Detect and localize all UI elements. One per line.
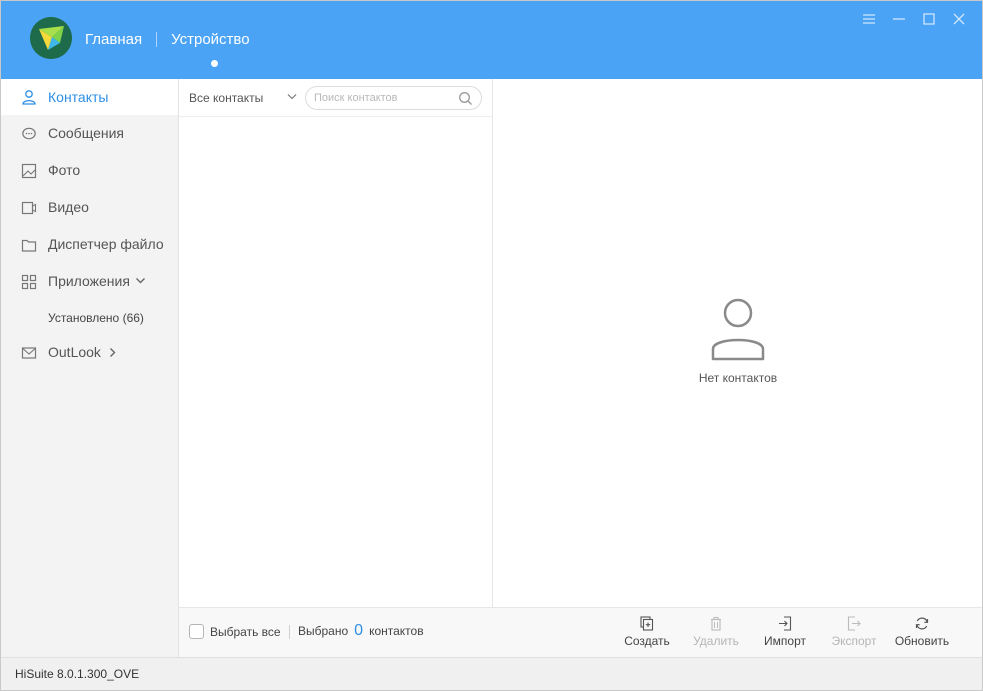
person-icon xyxy=(22,90,36,105)
version-label: HiSuite 8.0.1.300_OVE xyxy=(15,667,140,681)
folder-icon xyxy=(21,239,37,252)
refresh-label: Обновить xyxy=(894,634,950,648)
create-icon xyxy=(640,616,654,631)
sidebar-item-label: Диспетчер файло xyxy=(48,236,164,252)
select-all-checkbox[interactable] xyxy=(189,624,204,639)
maximize-icon[interactable] xyxy=(918,11,940,27)
nav-divider xyxy=(156,32,158,47)
refresh-button[interactable]: Обновить xyxy=(891,616,953,652)
empty-contact-avatar-icon xyxy=(711,298,765,361)
chevron-right-icon xyxy=(110,348,116,357)
sidebar: Контакты Сообщения Фото Видео Диспетчер … xyxy=(1,79,179,657)
hisuite-logo-icon xyxy=(30,17,72,59)
active-nav-indicator xyxy=(211,60,218,67)
empty-state-text: Нет контактов xyxy=(698,371,778,385)
sidebar-item-label: Видео xyxy=(48,199,89,215)
sidebar-item-file-manager[interactable]: Диспетчер файло xyxy=(1,226,178,262)
chevron-down-icon[interactable] xyxy=(286,92,298,102)
create-label: Создать xyxy=(624,634,670,648)
select-all-label: Выбрать все xyxy=(210,624,281,639)
selected-suffix: контактов xyxy=(369,624,424,638)
hisuite-window: Главная Устройство Контакты Сообщения Фо… xyxy=(0,0,983,691)
search-input[interactable] xyxy=(314,90,454,106)
nav-home[interactable]: Главная xyxy=(85,31,142,48)
selected-count-info: Выбрано 0 контактов xyxy=(298,622,424,640)
sidebar-item-outlook[interactable]: OutLook xyxy=(1,334,178,370)
sidebar-item-contacts[interactable]: Контакты xyxy=(1,79,178,115)
sidebar-item-messages[interactable]: Сообщения xyxy=(1,115,178,151)
app-header: Главная Устройство xyxy=(1,1,982,79)
chevron-down-icon xyxy=(136,278,145,284)
export-icon xyxy=(847,616,861,631)
import-button[interactable]: Импорт xyxy=(754,616,816,652)
minimize-icon[interactable] xyxy=(888,11,910,27)
image-icon xyxy=(21,163,37,179)
sidebar-item-label: Приложения xyxy=(48,273,130,289)
sidebar-item-label: Контакты xyxy=(48,89,109,105)
contacts-toolbar: Все контакты xyxy=(179,79,492,117)
create-button[interactable]: Создать xyxy=(616,616,678,652)
sidebar-item-label: Фото xyxy=(48,162,81,178)
apps-grid-icon xyxy=(21,274,37,290)
bottom-action-bar: Выбрать все Выбрано 0 контактов Создать … xyxy=(179,607,982,657)
selected-prefix: Выбрано xyxy=(298,624,349,638)
delete-label: Удалить xyxy=(693,634,739,648)
export-label: Экспорт xyxy=(831,634,877,648)
sidebar-subitem-installed-apps[interactable]: Установлено (66) xyxy=(48,311,144,325)
mail-icon xyxy=(21,347,37,359)
export-button[interactable]: Экспорт xyxy=(823,616,885,652)
contacts-list-panel: Все контакты xyxy=(179,79,493,607)
search-icon[interactable] xyxy=(458,91,473,106)
menu-icon[interactable] xyxy=(858,11,880,27)
sidebar-item-label: Сообщения xyxy=(48,125,124,141)
search-box xyxy=(305,86,482,110)
import-icon xyxy=(779,616,792,631)
select-all-control[interactable]: Выбрать все xyxy=(189,624,281,639)
sidebar-item-photos[interactable]: Фото xyxy=(1,152,178,188)
bottom-divider xyxy=(289,625,290,639)
contacts-filter-dropdown[interactable]: Все контакты xyxy=(189,91,263,105)
status-bar: HiSuite 8.0.1.300_OVE xyxy=(1,657,982,690)
refresh-icon xyxy=(915,617,929,630)
top-nav: Главная Устройство xyxy=(85,31,250,48)
contact-detail-panel: Нет контактов xyxy=(494,79,982,607)
window-controls xyxy=(858,11,970,27)
video-icon xyxy=(21,201,37,215)
chat-bubble-icon xyxy=(22,127,36,140)
sidebar-item-video[interactable]: Видео xyxy=(1,189,178,225)
sidebar-item-apps[interactable]: Приложения xyxy=(1,263,178,299)
import-label: Импорт xyxy=(764,634,806,648)
selected-count: 0 xyxy=(354,622,364,639)
nav-device[interactable]: Устройство xyxy=(171,31,249,48)
sidebar-item-label: OutLook xyxy=(48,344,101,360)
delete-icon xyxy=(711,616,721,631)
delete-button[interactable]: Удалить xyxy=(685,616,747,652)
close-icon[interactable] xyxy=(948,11,970,27)
